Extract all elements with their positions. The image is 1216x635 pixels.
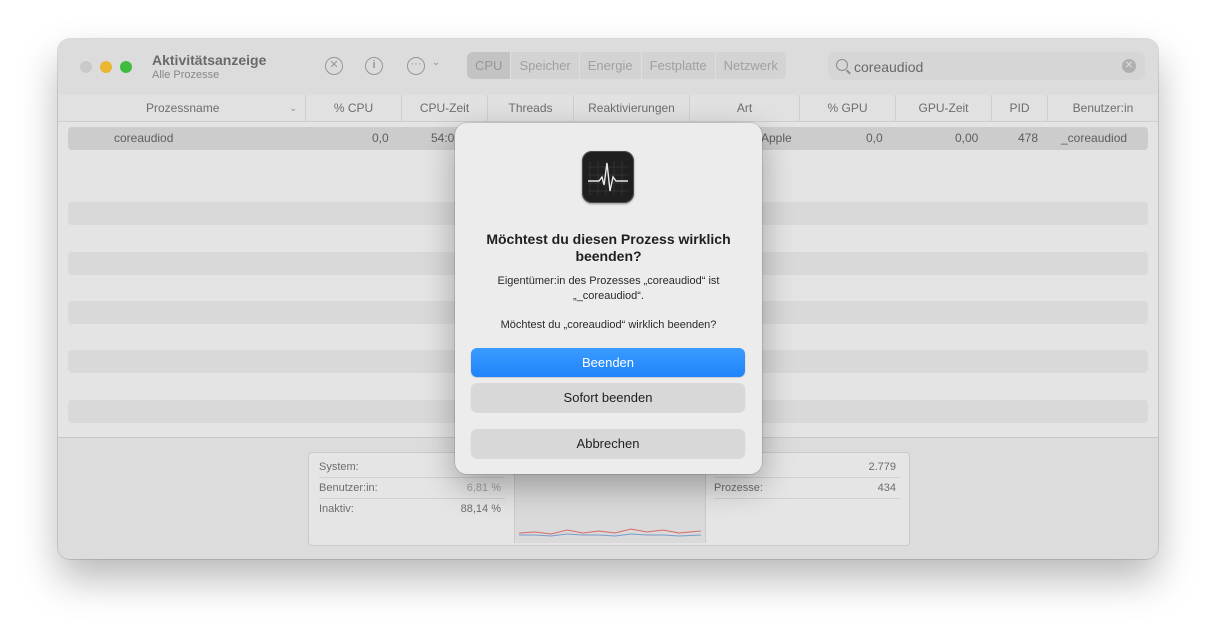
quit-button[interactable]: Beenden	[471, 348, 745, 377]
dialog-owner-text: Eigentümer:in des Prozesses „coreaudiod“…	[497, 275, 720, 302]
activity-monitor-app-icon	[582, 151, 634, 203]
dialog-confirm-text: Möchtest du „coreaudiod“ wirklich beende…	[500, 319, 717, 331]
dialog-title: Möchtest du diesen Prozess wirklich been…	[486, 231, 731, 264]
heartbeat-icon	[588, 161, 628, 195]
force-quit-button[interactable]: Sofort beenden	[471, 383, 745, 412]
cancel-button[interactable]: Abbrechen	[471, 429, 745, 458]
quit-process-dialog: Möchtest du diesen Prozess wirklich been…	[455, 123, 762, 474]
